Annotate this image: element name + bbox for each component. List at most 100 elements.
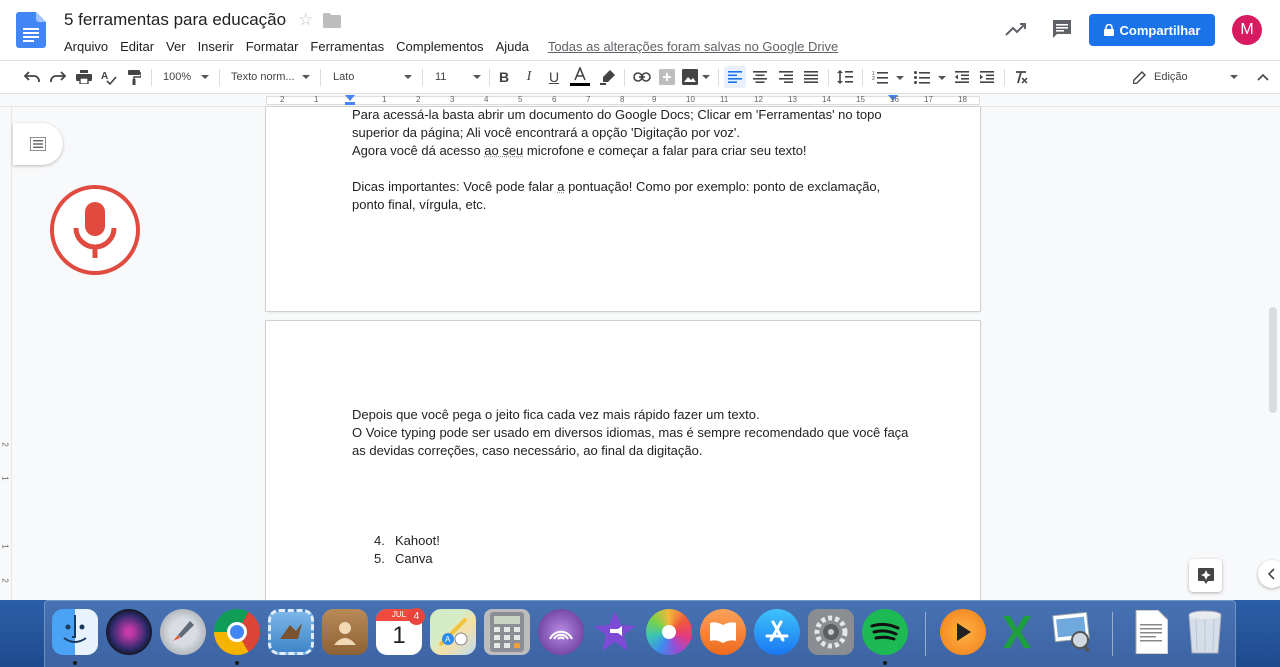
- folder-icon[interactable]: [323, 13, 341, 28]
- ruler-label: 7: [586, 95, 590, 104]
- imovie-icon[interactable]: [592, 609, 638, 655]
- align-center-icon[interactable]: [749, 61, 771, 93]
- paragraph-style-select[interactable]: Texto norm...: [231, 61, 313, 93]
- document-page-2[interactable]: Depois que você pega o jeito fica cada v…: [266, 321, 980, 611]
- suggestion-underlined-text[interactable]: ao seu: [484, 143, 523, 158]
- list-item: Kahoot!: [395, 533, 440, 548]
- side-panel-toggle[interactable]: [1258, 560, 1280, 588]
- contacts-icon[interactable]: [322, 609, 368, 655]
- running-indicator: [883, 661, 887, 665]
- line-spacing-icon[interactable]: [834, 61, 856, 93]
- toolbar-separator: [219, 69, 220, 86]
- font-family-select[interactable]: Lato: [333, 61, 415, 93]
- collapse-toolbar-icon[interactable]: [1254, 61, 1272, 93]
- add-comment-icon[interactable]: [656, 61, 678, 93]
- menu-complementos[interactable]: Complementos: [396, 39, 483, 54]
- menu-ajuda[interactable]: Ajuda: [496, 39, 529, 54]
- comment-history-icon[interactable]: [1050, 17, 1074, 41]
- document-icon[interactable]: [1128, 609, 1174, 655]
- align-justify-icon[interactable]: [800, 61, 822, 93]
- trash-icon[interactable]: [1182, 609, 1228, 655]
- document-outline-button[interactable]: [13, 123, 63, 165]
- calendar-day: 1: [392, 621, 405, 651]
- align-right-icon[interactable]: [775, 61, 797, 93]
- menu-ferramentas[interactable]: Ferramentas: [310, 39, 384, 54]
- document-title[interactable]: 5 ferramentas para educação: [64, 10, 286, 30]
- ruler-label: 8: [620, 95, 624, 104]
- finder-icon[interactable]: [52, 609, 98, 655]
- bulleted-list-icon[interactable]: [912, 61, 948, 93]
- app-store-icon[interactable]: [754, 609, 800, 655]
- redo-icon[interactable]: [46, 61, 70, 93]
- chrome-icon[interactable]: [214, 609, 260, 655]
- dock-separator: [925, 612, 926, 656]
- clear-formatting-icon[interactable]: [1010, 61, 1032, 93]
- decrease-indent-icon[interactable]: [951, 61, 973, 93]
- align-left-icon[interactable]: [724, 66, 746, 88]
- preview-icon[interactable]: [1048, 609, 1094, 655]
- menu-ver[interactable]: Ver: [166, 39, 186, 54]
- text-line: ponto final, vírgula, etc.: [352, 196, 486, 214]
- ruler-label: 2: [1, 578, 10, 582]
- document-page-1[interactable]: Para acessá-la basta abrir um documento …: [266, 107, 980, 311]
- share-button[interactable]: Compartilhar: [1089, 14, 1215, 46]
- activity-trend-icon[interactable]: [1004, 19, 1028, 39]
- explore-button[interactable]: [1189, 559, 1222, 592]
- menu-arquivo[interactable]: Arquivo: [64, 39, 108, 54]
- print-icon[interactable]: [72, 61, 96, 93]
- link-icon[interactable]: [631, 61, 653, 93]
- bold-icon[interactable]: B: [494, 61, 514, 93]
- highlight-icon[interactable]: [597, 61, 619, 93]
- star-icon[interactable]: ☆: [298, 10, 313, 30]
- spellcheck-icon[interactable]: A: [97, 61, 121, 93]
- books-icon[interactable]: [700, 609, 746, 655]
- undo-icon[interactable]: [20, 61, 44, 93]
- ruler-label: 5: [518, 95, 522, 104]
- explore-sparkle-icon: [1198, 568, 1214, 584]
- ruler-label: 1: [1, 544, 10, 548]
- photos-icon[interactable]: [646, 609, 692, 655]
- left-indent-marker-icon[interactable]: [345, 95, 355, 105]
- editing-mode-select[interactable]: Edição: [1133, 61, 1243, 93]
- launchpad-icon[interactable]: [160, 609, 206, 655]
- list-item-number: 4.: [374, 533, 385, 548]
- vertical-scrollbar-thumb[interactable]: [1269, 307, 1277, 413]
- menu-formatar[interactable]: Formatar: [246, 39, 299, 54]
- voice-typing-mic-button[interactable]: [50, 185, 140, 275]
- text-line: Dicas importantes: Você pode falar a pon…: [352, 178, 880, 196]
- menu-editar[interactable]: Editar: [120, 39, 154, 54]
- menu-inserir[interactable]: Inserir: [198, 39, 234, 54]
- vlc-icon[interactable]: [940, 609, 986, 655]
- excel-icon[interactable]: [994, 609, 1040, 655]
- font-size-select[interactable]: 11: [435, 61, 483, 93]
- text-run: pontuação! Como por exemplo: ponto de ex…: [564, 179, 880, 194]
- numbered-list-icon[interactable]: 12: [870, 61, 906, 93]
- ruler-label: 12: [754, 95, 763, 104]
- insert-image-icon[interactable]: [680, 61, 712, 93]
- spotify-icon[interactable]: [862, 609, 908, 655]
- account-avatar[interactable]: M: [1232, 15, 1262, 45]
- italic-icon[interactable]: I: [519, 61, 539, 93]
- chevron-down-icon: [302, 75, 310, 79]
- increase-indent-icon[interactable]: [976, 61, 998, 93]
- text-run: Dicas importantes: Você pode falar: [352, 179, 557, 194]
- siri-icon[interactable]: [106, 609, 152, 655]
- save-status-link[interactable]: Todas as alterações foram salvas no Goog…: [548, 39, 838, 54]
- running-indicator: [73, 661, 77, 665]
- system-preferences-icon[interactable]: [808, 609, 854, 655]
- calculator-icon[interactable]: [484, 609, 530, 655]
- text-color-icon[interactable]: [569, 61, 591, 93]
- underline-icon[interactable]: U: [544, 61, 564, 93]
- google-docs-logo-icon[interactable]: [16, 12, 46, 48]
- font-family-value: Lato: [333, 71, 354, 83]
- mail-icon[interactable]: [268, 609, 314, 655]
- podcast-icon[interactable]: [538, 609, 584, 655]
- toolbar-separator: [718, 69, 719, 86]
- ruler-label: 2: [1, 442, 10, 446]
- text-line: as devidas correções, caso necessário, a…: [352, 442, 702, 460]
- vertical-ruler[interactable]: 2 1 1 2 3 4 5: [0, 107, 12, 600]
- paint-format-icon[interactable]: [122, 61, 146, 93]
- maps-icon[interactable]: A: [430, 609, 476, 655]
- zoom-select[interactable]: 100%: [163, 61, 213, 93]
- microphone-icon: [73, 202, 117, 258]
